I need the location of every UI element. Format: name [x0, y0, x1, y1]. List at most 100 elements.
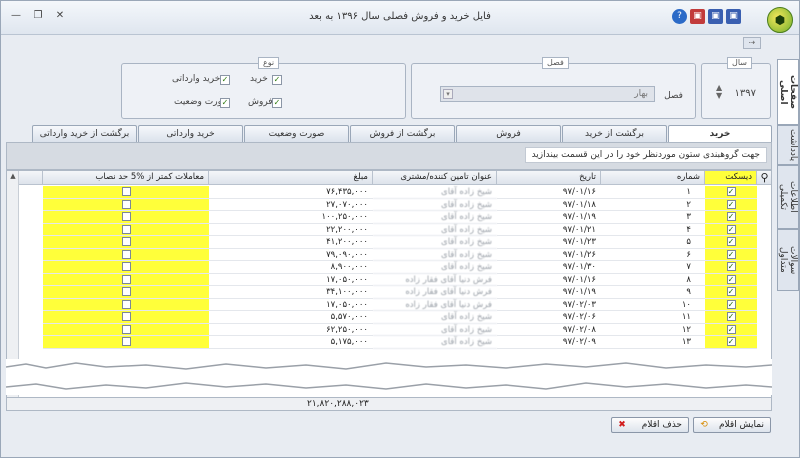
diskette-cell[interactable]: ✓ — [705, 198, 757, 211]
type-checkbox-sell[interactable]: ✓ — [272, 98, 282, 108]
table-row[interactable]: ۱۷,۰۵۰,۰۰۰ فرش دنیا آقای فقار زاده ۹۷/۰۱/۱… — [7, 273, 771, 286]
under5-checkbox[interactable] — [121, 212, 131, 221]
under5-checkbox[interactable] — [121, 287, 131, 296]
under5-cell[interactable] — [43, 261, 209, 274]
season-combo[interactable]: بهار ▾ — [440, 86, 655, 102]
group-by-panel[interactable]: جهت گروهبندی ستون موردنظر خود را در این … — [6, 142, 772, 170]
table-row[interactable]: ۸,۹۰۰,۰۰۰ شیخ زاده آقای ۹۷/۰۱/۳۰ ۷ ✓ — [7, 261, 771, 274]
header-amount[interactable]: مبلغ — [209, 171, 373, 185]
table-row[interactable]: ۵,۱۷۵,۰۰۰ شیخ زاده آقای ۹۷/۰۲/۰۹ ۱۳ ✓ — [7, 336, 771, 349]
vtab-additional-info[interactable]: اطلاعات تکمیلی — [777, 165, 799, 229]
tab-status[interactable]: صورت وضعیت — [244, 125, 349, 142]
under5-cell[interactable] — [43, 186, 209, 199]
under5-cell[interactable] — [43, 298, 209, 311]
type-checkbox-import[interactable]: ✓ — [220, 75, 230, 85]
diskette-cell[interactable]: ✓ — [705, 311, 757, 324]
diskette-cell[interactable]: ✓ — [705, 336, 757, 349]
diskette-checkbox[interactable]: ✓ — [726, 212, 736, 221]
tab-sell-return[interactable]: برگشت از فروش — [350, 125, 455, 142]
delete-items-button[interactable]: ✖ حذف اقلام — [611, 417, 689, 433]
under5-cell[interactable] — [43, 248, 209, 261]
save-as-icon[interactable]: ▣ — [708, 9, 723, 24]
save-all-icon[interactable]: ▣ — [726, 9, 741, 24]
diskette-checkbox[interactable]: ✓ — [726, 312, 736, 321]
app-logo-icon[interactable]: ⬢ — [767, 7, 793, 33]
diskette-cell[interactable]: ✓ — [705, 261, 757, 274]
under5-cell[interactable] — [43, 273, 209, 286]
table-row[interactable]: ۷۶,۴۳۵,۰۰۰ شیخ زاده آقای ۹۷/۰۱/۱۶ ۱ ✓ — [7, 186, 771, 199]
search-icon[interactable]: ⚲ — [757, 171, 771, 185]
under5-cell[interactable] — [43, 336, 209, 349]
diskette-cell[interactable]: ✓ — [705, 186, 757, 199]
header-date[interactable]: تاریخ — [497, 171, 601, 185]
diskette-checkbox[interactable]: ✓ — [726, 249, 736, 259]
diskette-checkbox[interactable]: ✓ — [726, 299, 736, 309]
year-spinner-icon[interactable]: ▲ ▼ — [716, 84, 722, 100]
tab-import-buy-return[interactable]: برگشت از خرید وارداتی — [32, 125, 137, 142]
header-supplier[interactable]: عنوان تامین کننده/مشتری — [373, 171, 497, 185]
table-row[interactable]: ۴۱,۲۰۰,۰۰۰ شیخ زاده آقای ۹۷/۰۱/۲۳ ۵ ✓ — [7, 236, 771, 249]
under5-cell[interactable] — [43, 311, 209, 324]
table-row[interactable]: ۶۲,۲۵۰,۰۰۰ شیخ زاده آقای ۹۷/۰۲/۰۸ ۱۲ ✓ — [7, 323, 771, 336]
help-icon[interactable]: ? — [672, 9, 687, 24]
scroll-up-icon[interactable]: ▲ — [8, 171, 18, 181]
table-row[interactable]: ۳۴,۱۰۰,۰۰۰ فرش دنیا آقای فقار زاده ۹۷/۰۱/۱… — [7, 286, 771, 299]
diskette-checkbox[interactable]: ✓ — [726, 199, 736, 209]
vtab-main-pages[interactable]: صفحات اصلی — [777, 59, 799, 125]
type-checkbox-status[interactable]: ✓ — [220, 98, 230, 108]
export-icon[interactable]: ⇢ — [743, 37, 761, 49]
under5-checkbox[interactable] — [121, 187, 131, 196]
year-value[interactable]: ۱۳۹۷ — [735, 88, 756, 99]
under5-checkbox[interactable] — [121, 262, 131, 271]
table-row[interactable]: ۵,۵۷۰,۰۰۰ شیخ زاده آقای ۹۷/۰۲/۰۶ ۱۱ ✓ — [7, 311, 771, 324]
table-row[interactable]: ۷۹,۰۹۰,۰۰۰ شیخ زاده آقای ۹۷/۰۱/۲۶ ۶ ✓ — [7, 248, 771, 261]
under5-checkbox[interactable] — [121, 249, 131, 259]
header-number[interactable]: شماره — [601, 171, 705, 185]
diskette-cell[interactable]: ✓ — [705, 236, 757, 249]
under5-checkbox[interactable] — [121, 224, 131, 234]
diskette-cell[interactable]: ✓ — [705, 223, 757, 236]
diskette-checkbox[interactable]: ✓ — [726, 224, 736, 234]
tab-buy-return[interactable]: برگشت از خرید — [562, 125, 667, 142]
table-row[interactable]: ۱۰۰,۲۵۰,۰۰۰ شیخ زاده آقای ۹۷/۰۱/۱۹ ۳ ✓ — [7, 211, 771, 224]
under5-checkbox[interactable] — [121, 274, 131, 284]
under5-checkbox[interactable] — [121, 299, 131, 309]
tab-sell[interactable]: فروش — [456, 125, 561, 142]
under5-checkbox[interactable] — [121, 324, 131, 334]
diskette-cell[interactable]: ✓ — [705, 286, 757, 299]
vtab-notes[interactable]: یادداشت — [777, 125, 799, 165]
diskette-checkbox[interactable]: ✓ — [726, 187, 736, 196]
under5-cell[interactable] — [43, 198, 209, 211]
diskette-cell[interactable]: ✓ — [705, 211, 757, 224]
header-under5[interactable]: معاملات کمتر از %5 حد نصاب — [43, 171, 209, 185]
under5-cell[interactable] — [43, 323, 209, 336]
diskette-cell[interactable]: ✓ — [705, 298, 757, 311]
under5-checkbox[interactable] — [121, 199, 131, 209]
chevron-down-icon[interactable]: ▾ — [443, 89, 453, 99]
diskette-checkbox[interactable]: ✓ — [726, 324, 736, 334]
table-row[interactable]: ۱۷,۰۵۰,۰۰۰ فرش دنیا آقای فقار زاده ۹۷/۰۲/۰… — [7, 298, 771, 311]
diskette-checkbox[interactable]: ✓ — [726, 262, 736, 271]
table-row[interactable]: ۲۲,۲۰۰,۰۰۰ شیخ زاده آقای ۹۷/۰۱/۲۱ ۴ ✓ — [7, 223, 771, 236]
diskette-cell[interactable]: ✓ — [705, 273, 757, 286]
table-row[interactable]: ۲۷,۰۷۰,۰۰۰ شیخ زاده آقای ۹۷/۰۱/۱۸ ۲ ✓ — [7, 198, 771, 211]
diskette-checkbox[interactable]: ✓ — [726, 287, 736, 296]
diskette-checkbox[interactable]: ✓ — [726, 237, 736, 246]
under5-cell[interactable] — [43, 236, 209, 249]
diskette-cell[interactable]: ✓ — [705, 248, 757, 261]
save-icon[interactable]: ▣ — [690, 9, 705, 24]
diskette-checkbox[interactable]: ✓ — [726, 274, 736, 284]
header-diskette[interactable]: دیسکت — [705, 171, 757, 185]
vtab-faq[interactable]: سوالات متداول — [777, 229, 799, 291]
under5-checkbox[interactable] — [121, 312, 131, 321]
under5-cell[interactable] — [43, 211, 209, 224]
under5-checkbox[interactable] — [121, 337, 131, 346]
type-checkbox-buy[interactable]: ✓ — [272, 75, 282, 85]
under5-cell[interactable] — [43, 286, 209, 299]
under5-checkbox[interactable] — [121, 237, 131, 246]
tab-buy[interactable]: خرید — [668, 125, 772, 143]
diskette-cell[interactable]: ✓ — [705, 323, 757, 336]
tab-import-buy[interactable]: خرید وارداتی — [138, 125, 243, 142]
show-items-button[interactable]: ⟲ نمایش اقلام — [693, 417, 771, 433]
under5-cell[interactable] — [43, 223, 209, 236]
